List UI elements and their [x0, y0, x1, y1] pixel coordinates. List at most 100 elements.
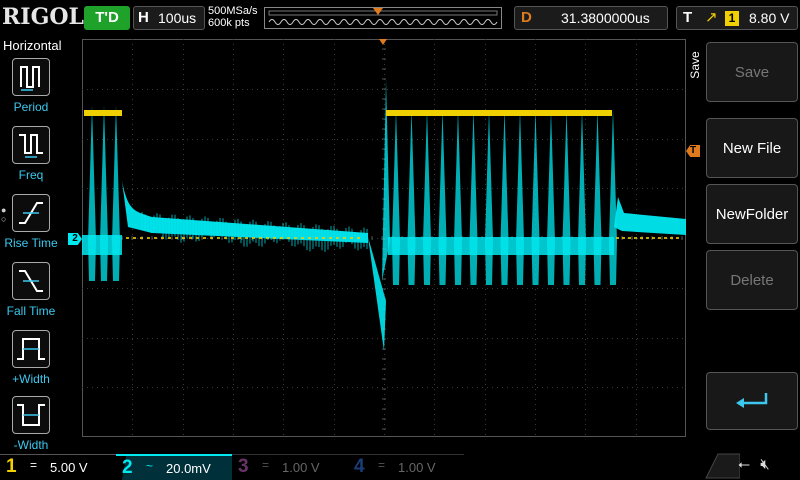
- brand-logo: RIGOL: [2, 4, 84, 30]
- measure-freq-button[interactable]: Freq: [0, 124, 62, 190]
- ch2-marker-label: 2: [72, 233, 78, 244]
- trigger-letter: T: [683, 9, 693, 26]
- ch1-low-dot: [676, 237, 679, 239]
- ch1-low-dot: [280, 237, 283, 239]
- ch1-low-dot: [203, 237, 206, 239]
- ch1-number: 1: [6, 456, 17, 477]
- top-status-bar: RIGOL T'D H 100us 500MSa/s 600k pts D 31…: [0, 0, 800, 38]
- memory-overview-bar[interactable]: [264, 7, 502, 29]
- memory-overview-wave: [268, 8, 498, 25]
- waveform-canvas: [82, 39, 686, 437]
- ch1-coupling: =: [30, 458, 38, 472]
- fall-time-icon: [12, 262, 50, 300]
- ch1-low-dot: [350, 237, 353, 239]
- usb-icon: ⭠: [738, 456, 751, 473]
- ch1-low-dot: [658, 237, 661, 239]
- ch1-low-dot: [322, 237, 325, 239]
- period-icon: [12, 58, 50, 96]
- measure-fall-time-label: Fall Time: [6, 304, 56, 318]
- ch1-low-dot: [196, 237, 199, 239]
- trigger-status-badge[interactable]: T'D: [84, 6, 130, 30]
- enter-button[interactable]: [706, 372, 798, 430]
- enter-arrow-icon: [707, 373, 797, 429]
- ch1-scale: 5.00 V: [50, 460, 88, 475]
- save-menu: Save Save New File NewFolder Delete: [686, 38, 800, 438]
- ch1-low-dot: [217, 237, 220, 239]
- ch2-tail: [614, 197, 686, 235]
- timebase-box[interactable]: H 100us: [133, 6, 205, 30]
- ch2-spike: [88, 105, 96, 281]
- acquisition-info: 500MSa/s 600k pts: [208, 5, 258, 29]
- waveform-display[interactable]: [82, 39, 686, 437]
- freq-icon: [12, 126, 50, 164]
- ch4-number: 4: [354, 456, 365, 477]
- positive-width-icon: [12, 330, 50, 368]
- trigger-box[interactable]: T ↗ 1 8.80 V: [676, 6, 798, 30]
- ch1-low-dot: [266, 237, 269, 239]
- ch1-low-dot: [315, 237, 318, 239]
- horizontal-letter: H: [138, 9, 149, 26]
- ch2-status[interactable]: 2 ~ 20.0mV: [116, 454, 232, 480]
- save-button[interactable]: Save: [706, 42, 798, 102]
- system-icons: ⭠ 🔇︎: [738, 456, 770, 473]
- ch3-number: 3: [238, 456, 249, 477]
- ch2-offset-marker[interactable]: 2: [68, 233, 82, 245]
- ch1-low-dot: [259, 237, 262, 239]
- measure-rise-time-button[interactable]: Rise Time: [0, 192, 62, 258]
- measure-fall-time-button[interactable]: Fall Time: [0, 260, 62, 326]
- ch3-status[interactable]: 3 = 1.00 V: [232, 454, 348, 480]
- measure-positive-width-button[interactable]: +Width: [0, 328, 62, 394]
- measure-freq-label: Freq: [18, 168, 44, 182]
- ch2-spike: [392, 109, 400, 285]
- ch2-spike: [516, 109, 524, 285]
- ch2-spike: [609, 109, 617, 285]
- ch1-low-dot: [301, 237, 304, 239]
- ch2-spike: [500, 109, 509, 285]
- memory-depth: 600k pts: [208, 17, 250, 29]
- ch2-spike: [112, 105, 120, 281]
- ch1-low-dot: [273, 237, 276, 239]
- ch1-status[interactable]: 1 = 5.00 V: [0, 454, 116, 480]
- ch1-low-dot: [175, 237, 178, 239]
- delete-button-label: Delete: [730, 271, 774, 289]
- ch1-low-dot: [238, 237, 241, 239]
- delay-value: 31.3800000us: [561, 10, 650, 26]
- ch2-spike: [423, 109, 431, 285]
- ch1-low-dot: [329, 237, 332, 239]
- ch2-spike: [407, 109, 416, 285]
- ch4-status[interactable]: 4 = 1.00 V: [348, 454, 464, 480]
- save-menu-tab[interactable]: Save: [686, 38, 704, 98]
- ch1-low-dot: [182, 237, 185, 239]
- ch2-scale: 20.0mV: [166, 461, 211, 476]
- ch4-scale: 1.00 V: [398, 460, 436, 475]
- measure-menu: Horizontal Period Freq ● ○ Rise Time Fall…: [0, 38, 62, 452]
- measure-period-button[interactable]: Period: [0, 56, 62, 122]
- ch1-low-dot: [622, 237, 625, 239]
- delay-letter: D: [521, 9, 532, 26]
- ch2-spike: [531, 109, 540, 285]
- delay-box[interactable]: D 31.3800000us: [514, 6, 668, 30]
- sample-rate: 500MSa/s: [208, 5, 258, 17]
- ch1-low-dot: [670, 237, 673, 239]
- ch1-low-dot: [308, 237, 311, 239]
- new-file-button[interactable]: New File: [706, 118, 798, 178]
- delete-button[interactable]: Delete: [706, 250, 798, 310]
- ch4-coupling: =: [378, 458, 386, 472]
- ch2-number: 2: [122, 457, 133, 478]
- measure-period-label: Period: [13, 100, 49, 114]
- ch1-low-dot: [133, 237, 136, 239]
- measure-category-title: Horizontal: [3, 38, 62, 53]
- ch1-low-dot: [628, 237, 631, 239]
- ch1-low-dot: [252, 237, 255, 239]
- trigger-source-badge: 1: [725, 11, 739, 26]
- new-file-button-label: New File: [722, 139, 782, 157]
- channel-status-bar: 1 = 5.00 V 2 ~ 20.0mV 3 = 1.00 V 4 = 1.0…: [0, 450, 800, 480]
- trigger-level: 8.80 V: [749, 10, 790, 26]
- rise-time-icon: [12, 194, 50, 232]
- ch3-coupling: =: [262, 458, 270, 472]
- ch2-spike: [593, 109, 602, 285]
- ch2-spike: [438, 109, 447, 285]
- ch1-low-dot: [646, 237, 649, 239]
- measure-rise-time-label: Rise Time: [4, 236, 58, 250]
- new-folder-button[interactable]: NewFolder: [706, 184, 798, 244]
